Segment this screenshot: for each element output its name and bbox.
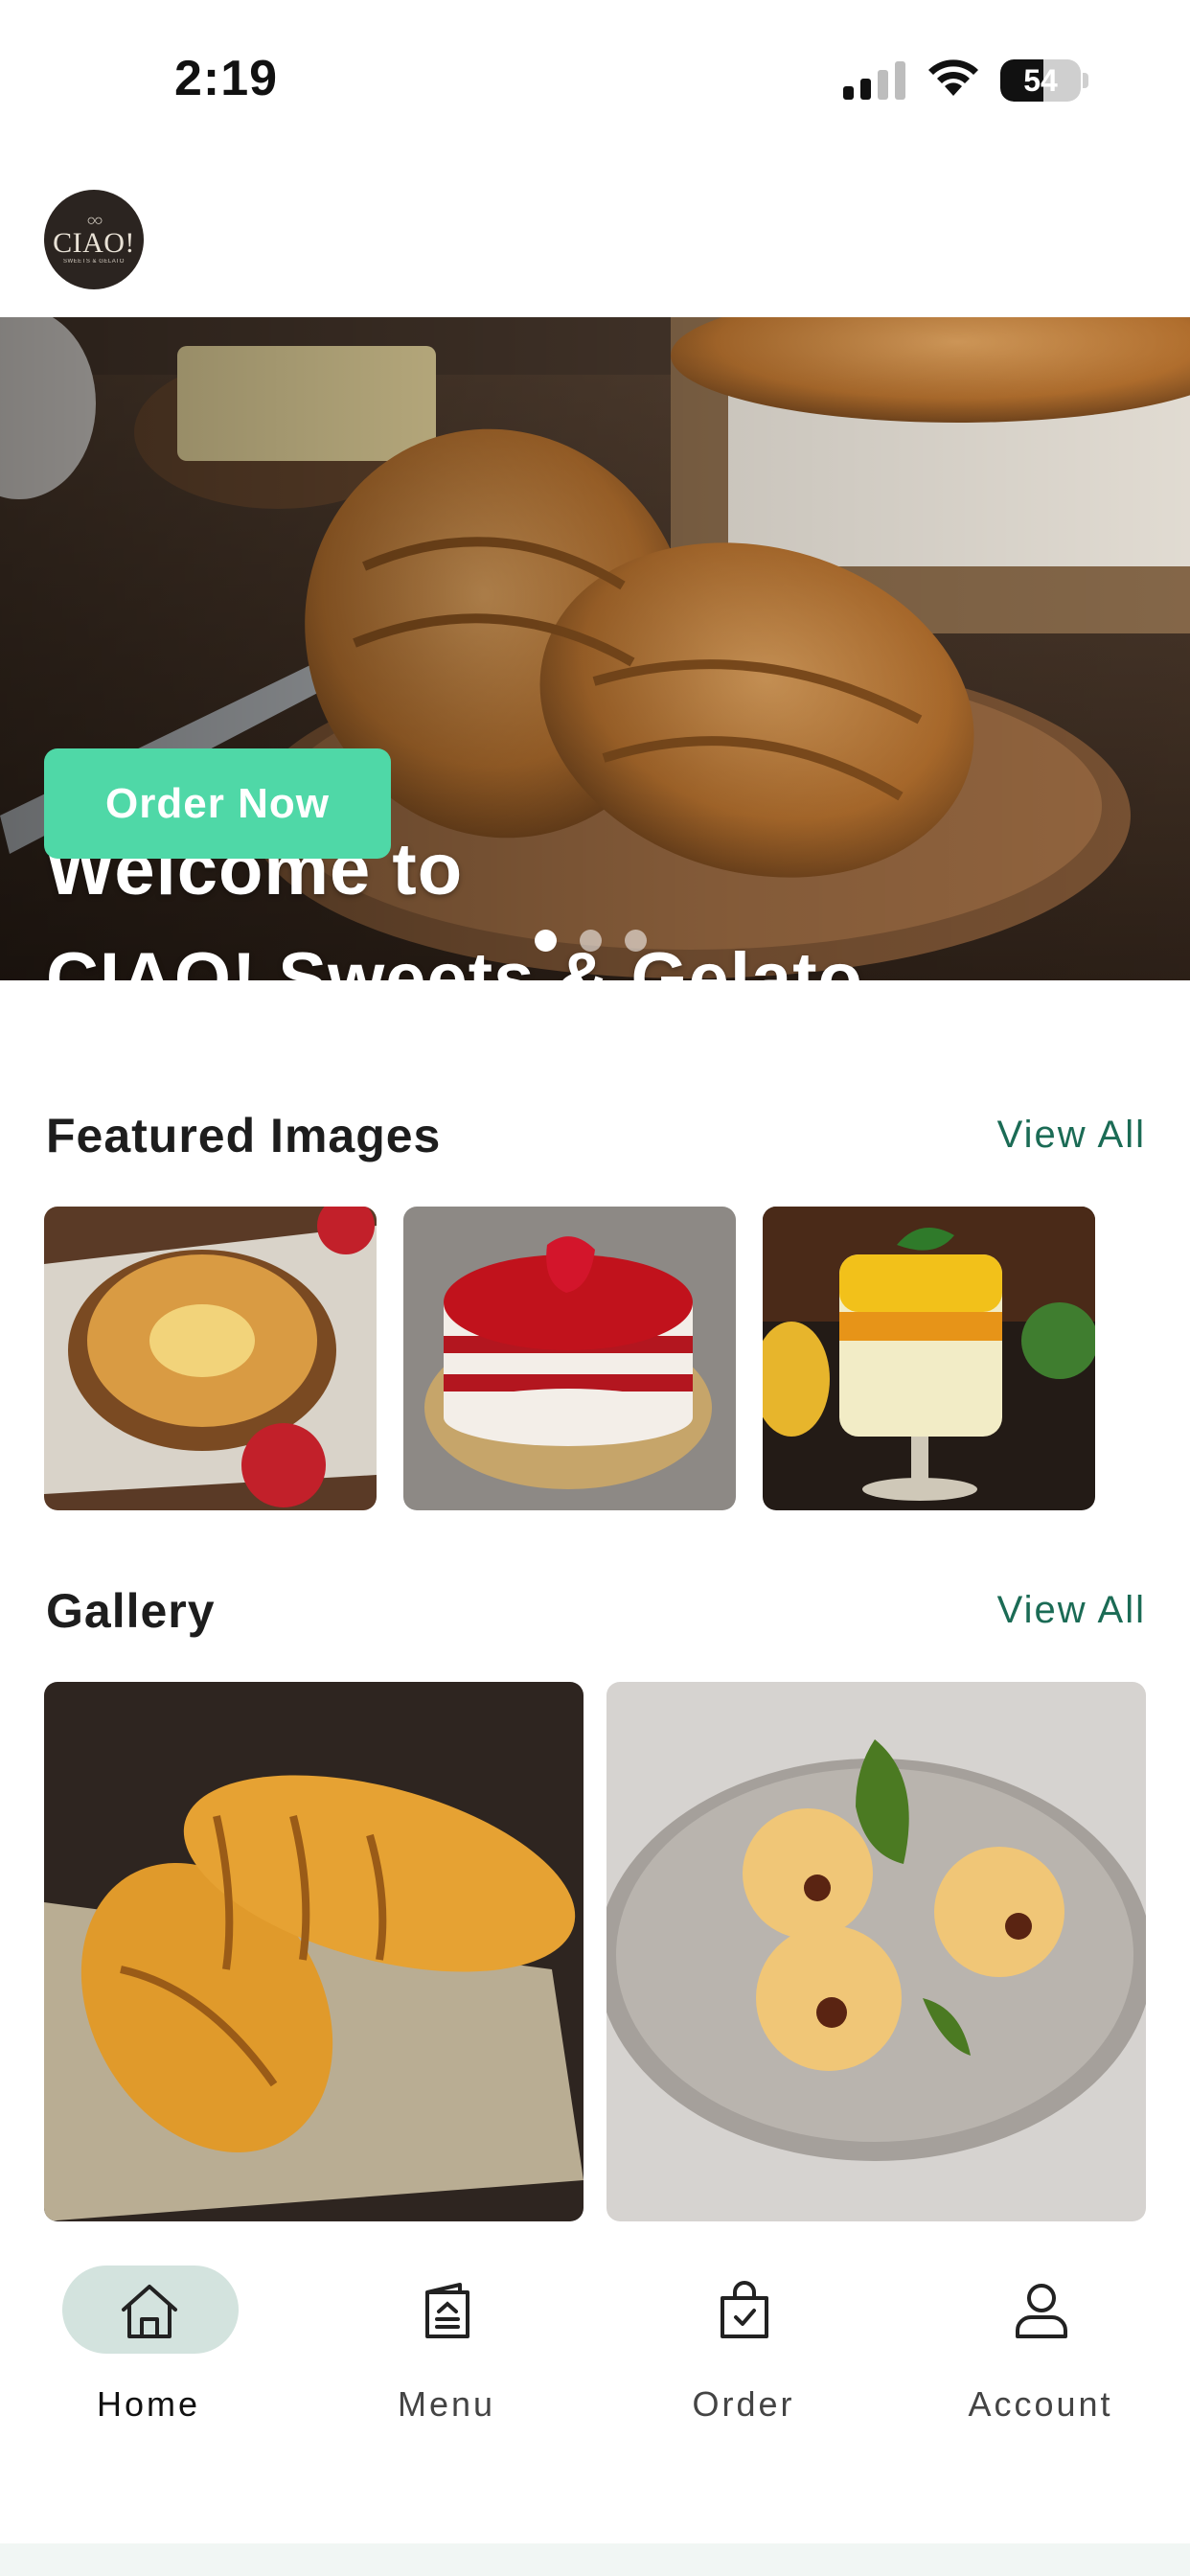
- battery-icon: 54: [1000, 59, 1088, 102]
- gallery-view-all-link[interactable]: View All: [997, 1589, 1146, 1632]
- gallery-section-title: Gallery: [46, 1584, 216, 1638]
- order-now-button[interactable]: Order Now: [44, 748, 391, 859]
- featured-item-pastry[interactable]: [44, 1207, 377, 1510]
- nav-item-home[interactable]: Home: [24, 2266, 273, 2424]
- cream-buns-image: [606, 1682, 1146, 2221]
- status-time: 2:19: [174, 51, 279, 106]
- gallery-item-buns[interactable]: [606, 1682, 1146, 2221]
- status-bar: 2:19 54: [0, 0, 1190, 153]
- battery-level: 54: [1023, 63, 1058, 98]
- nav-label-menu: Menu: [397, 2384, 496, 2424]
- hero-title-line-2: CIAO! Sweets & Gelato: [46, 938, 863, 980]
- featured-view-all-link[interactable]: View All: [997, 1114, 1146, 1157]
- home-icon: [122, 2285, 177, 2338]
- nav-item-order[interactable]: Order: [619, 2266, 868, 2424]
- hero-carousel[interactable]: Welcome to CIAO! Sweets & Gelato: [0, 317, 1190, 980]
- brand-logo[interactable]: ○○ CIAO! SWEETS & GELATO: [44, 190, 144, 289]
- featured-item-cake[interactable]: [403, 1207, 736, 1510]
- croissants-image: [44, 1682, 584, 2221]
- menu-book-icon: [425, 2283, 469, 2338]
- carousel-dot-3[interactable]: [625, 930, 647, 952]
- red-velvet-cake-image: [403, 1207, 736, 1510]
- mango-mousse-image: [763, 1207, 1095, 1510]
- featured-section-title: Featured Images: [46, 1109, 442, 1162]
- carousel-dot-2[interactable]: [580, 930, 602, 952]
- nav-label-account: Account: [968, 2384, 1113, 2424]
- user-icon: [1016, 2284, 1067, 2338]
- gallery-item-croissants[interactable]: [44, 1682, 584, 2221]
- nav-item-menu[interactable]: Menu: [322, 2266, 571, 2424]
- wifi-icon: [928, 59, 978, 96]
- carousel-dot-1[interactable]: [535, 930, 557, 952]
- cellular-signal-icon: [843, 61, 905, 100]
- logo-text: CIAO!: [53, 227, 135, 259]
- logo-subtext: SWEETS & GELATO: [63, 259, 125, 264]
- featured-item-mousse[interactable]: [763, 1207, 1095, 1510]
- shopping-bag-icon: [721, 2281, 768, 2338]
- nav-label-order: Order: [692, 2384, 795, 2424]
- bottom-navigation: Home Menu Order Account: [0, 2242, 1190, 2434]
- nav-label-home: Home: [96, 2384, 201, 2424]
- almond-pastry-image: [44, 1207, 377, 1510]
- nav-item-account[interactable]: Account: [916, 2266, 1165, 2424]
- carousel-dots: [535, 930, 647, 952]
- home-indicator-area: [0, 2543, 1190, 2576]
